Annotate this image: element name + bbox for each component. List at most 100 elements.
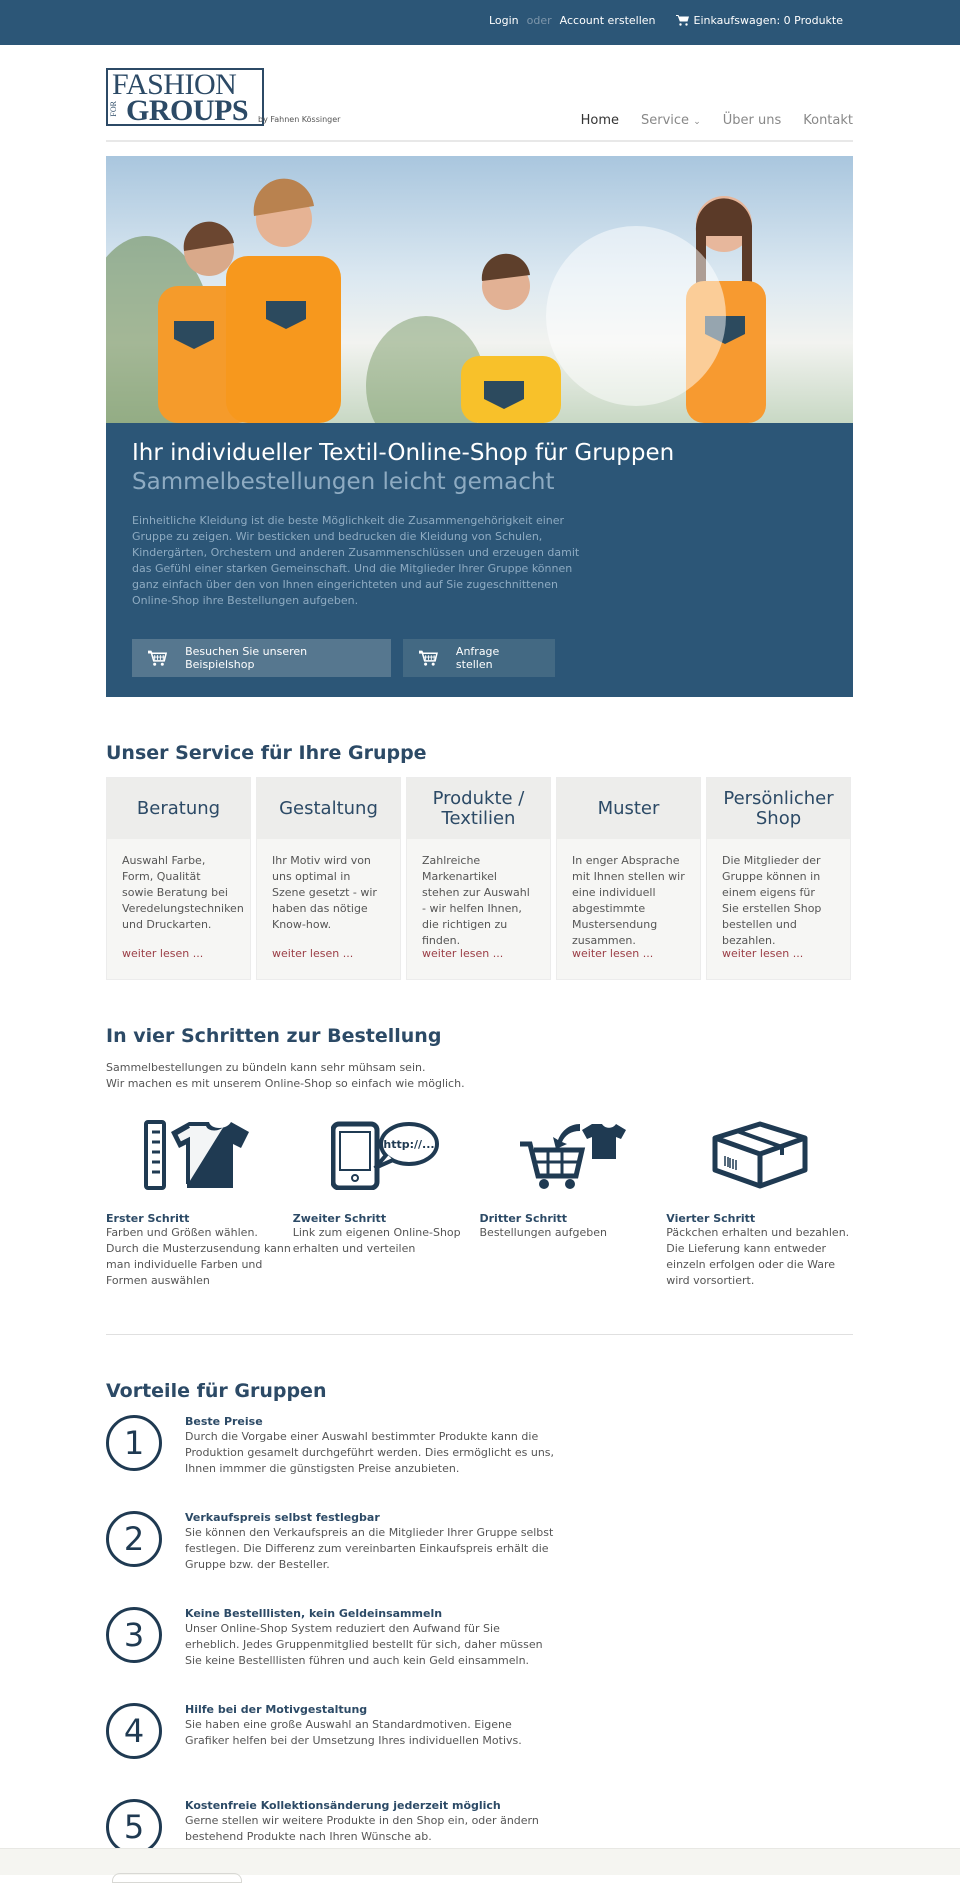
number-circle-icon: 3 — [106, 1607, 162, 1663]
section-divider — [106, 1334, 853, 1335]
hero-title: Ihr individueller Textil-Online-Shop für… — [132, 440, 675, 466]
step-text: Farben und Größen wählen. Durch die Must… — [106, 1226, 291, 1287]
request-button[interactable]: Anfrage stellen — [403, 639, 555, 677]
url-bubble-text: http://... — [384, 1138, 435, 1151]
advantage-text: Unser Online-Shop System reduziert den A… — [185, 1622, 543, 1667]
advantage-title: Hilfe bei der Motivgestaltung — [185, 1703, 368, 1716]
steps-intro: Sammelbestellungen zu bündeln kann sehr … — [106, 1060, 853, 1092]
steps-intro-line2: Wir machen es mit unserem Online-Shop so… — [106, 1077, 465, 1090]
logo-for: FOR — [109, 101, 118, 117]
read-more-link[interactable]: weiter lesen ... — [572, 947, 653, 960]
advantages-list: 1 Beste Preise Durch die Vorgabe einer A… — [106, 1415, 853, 1882]
card-text: Auswahl Farbe, Form, Qualität sowie Bera… — [122, 854, 244, 931]
read-more-link[interactable]: weiter lesen ... — [122, 947, 203, 960]
advantages-heading: Vorteile für Gruppen — [106, 1380, 327, 1402]
step-item: Dritter Schritt Bestellungen aufgeben — [480, 1112, 667, 1289]
card-text: Die Mitglieder der Gruppe können in eine… — [722, 854, 822, 947]
step-title: Erster Schritt — [106, 1212, 190, 1225]
header: FASHION FOR GROUPS by Fahnen Kössinger H… — [106, 45, 853, 142]
card-title: Produkte / Textilien — [407, 778, 550, 839]
step-item: Erster Schritt Farben und Größen wählen.… — [106, 1112, 293, 1289]
ruler-shirt-icon — [144, 1119, 250, 1190]
hero-panel: Ihr individueller Textil-Online-Shop für… — [106, 423, 853, 697]
advantage-text: Sie haben eine große Auswahl an Standard… — [185, 1718, 522, 1747]
advantage-item: 3 Keine Bestelllisten, kein Geldeinsamme… — [106, 1607, 853, 1690]
nav-contact[interactable]: Kontakt — [803, 113, 853, 128]
step-title: Vierter Schritt — [666, 1212, 756, 1225]
service-card: Gestaltung Ihr Motiv wird von uns optima… — [256, 777, 401, 980]
number-circle-icon: 4 — [106, 1703, 162, 1759]
cart-icon — [419, 650, 438, 666]
card-title: Persönlicher Shop — [707, 778, 850, 839]
step-title: Dritter Schritt — [479, 1212, 568, 1225]
read-more-link[interactable]: weiter lesen ... — [422, 947, 503, 960]
service-heading: Unser Service für Ihre Gruppe — [106, 742, 427, 764]
advantage-title: Beste Preise — [185, 1415, 263, 1428]
card-text: Zahlreiche Markenartikel stehen zur Ausw… — [422, 854, 530, 947]
service-cards: Beratung Auswahl Farbe, Form, Qualität s… — [106, 777, 853, 980]
steps-list: Erster Schritt Farben und Größen wählen.… — [106, 1112, 853, 1289]
advantage-title: Kostenfreie Kollektionsänderung jederzei… — [185, 1799, 501, 1812]
card-title: Beratung — [107, 778, 250, 839]
top-bar: Login oder Account erstellen Einkaufswag… — [0, 0, 960, 45]
step-item: http://... Zweiter Schritt Link zum eige… — [293, 1112, 480, 1289]
hero-illustration — [106, 178, 766, 423]
logo[interactable]: FASHION FOR GROUPS — [106, 68, 264, 126]
service-card: Muster In enger Absprache mit Ihnen stel… — [556, 777, 701, 980]
nav-about[interactable]: Über uns — [723, 113, 782, 128]
advantage-title: Verkaufspreis selbst festlegbar — [185, 1511, 380, 1524]
cart-shirt-icon — [519, 1123, 626, 1189]
footer — [0, 1848, 960, 1883]
advantage-item: 2 Verkaufspreis selbst festlegbar Sie kö… — [106, 1511, 853, 1594]
advantage-text: Sie können den Verkaufspreis an die Mitg… — [185, 1526, 554, 1571]
steps-intro-line1: Sammelbestellungen zu bündeln kann sehr … — [106, 1061, 426, 1074]
visit-example-shop-button[interactable]: Besuchen Sie unseren Beispielshop — [132, 639, 391, 677]
service-card: Beratung Auswahl Farbe, Form, Qualität s… — [106, 777, 251, 980]
kid-shirt — [226, 256, 341, 423]
visit-example-shop-label: Besuchen Sie unseren Beispielshop — [185, 645, 308, 671]
number-circle-icon: 2 — [106, 1511, 162, 1567]
nav-service[interactable]: Service ⌄ — [641, 113, 701, 128]
card-text: Ihr Motiv wird von uns optimal in Szene … — [272, 854, 377, 931]
request-label: Anfrage stellen — [455, 645, 500, 671]
nav-home[interactable]: Home — [581, 113, 619, 128]
read-more-link[interactable]: weiter lesen ... — [272, 947, 353, 960]
advantage-text: Durch die Vorgabe einer Auswahl bestimmt… — [185, 1430, 555, 1475]
chevron-down-icon: ⌄ — [693, 117, 701, 127]
card-text: In enger Absprache mit Ihnen stellen wir… — [572, 854, 685, 947]
hero: Ihr individueller Textil-Online-Shop für… — [106, 156, 853, 697]
card-title: Muster — [557, 778, 700, 839]
account-links: Login oder Account erstellen Einkaufswag… — [489, 14, 843, 27]
cart-summary: Einkaufswagen: 0 Produkte — [693, 14, 843, 27]
logo-byline: by Fahnen Kössinger — [258, 115, 341, 124]
cart-icon — [148, 650, 168, 666]
number-circle-icon: 1 — [106, 1415, 162, 1471]
read-more-link[interactable]: weiter lesen ... — [722, 947, 803, 960]
login-link[interactable]: Login — [489, 14, 519, 27]
step-item: Vierter Schritt Päckchen erhalten und be… — [666, 1112, 853, 1289]
advantage-item: 1 Beste Preise Durch die Vorgabe einer A… — [106, 1415, 853, 1498]
service-card: Produkte / Textilien Zahlreiche Markenar… — [406, 777, 551, 980]
service-card: Persönlicher Shop Die Mitglieder der Gru… — [706, 777, 851, 980]
hero-description: Einheitliche Kleidung ist die beste Mögl… — [132, 514, 580, 607]
step-text: Link zum eigenen Online-Shop erhalten un… — [292, 1226, 461, 1255]
smartphone-link-icon: http://... — [331, 1121, 440, 1190]
main-nav: Home Service ⌄ Über uns Kontakt — [581, 113, 853, 128]
register-link[interactable]: Account erstellen — [560, 14, 656, 27]
step-text: Bestellungen aufgeben — [479, 1226, 607, 1239]
package-box-icon — [712, 1121, 808, 1188]
advantage-title: Keine Bestelllisten, kein Geldeinsammeln — [185, 1607, 443, 1620]
advantage-item: 4 Hilfe bei der Motivgestaltung Sie habe… — [106, 1703, 853, 1786]
cart-link[interactable]: Einkaufswagen: 0 Produkte — [675, 14, 843, 27]
hero-subtitle: Sammelbestellungen leicht gemacht — [132, 469, 555, 495]
step-text: Päckchen erhalten und bezahlen. Die Lief… — [666, 1226, 850, 1287]
advantage-text: Gerne stellen wir weitere Produkte in de… — [185, 1814, 539, 1843]
number-circle-icon: 5 — [106, 1799, 162, 1855]
hero-image-kids-in-orange-shirts — [106, 156, 853, 423]
step-title: Zweiter Schritt — [292, 1212, 387, 1225]
cart-icon — [675, 15, 689, 26]
nav-service-label: Service — [641, 113, 690, 128]
steps-heading: In vier Schritten zur Bestellung — [106, 1025, 442, 1047]
or-label: oder — [526, 14, 552, 27]
card-title: Gestaltung — [257, 778, 400, 839]
